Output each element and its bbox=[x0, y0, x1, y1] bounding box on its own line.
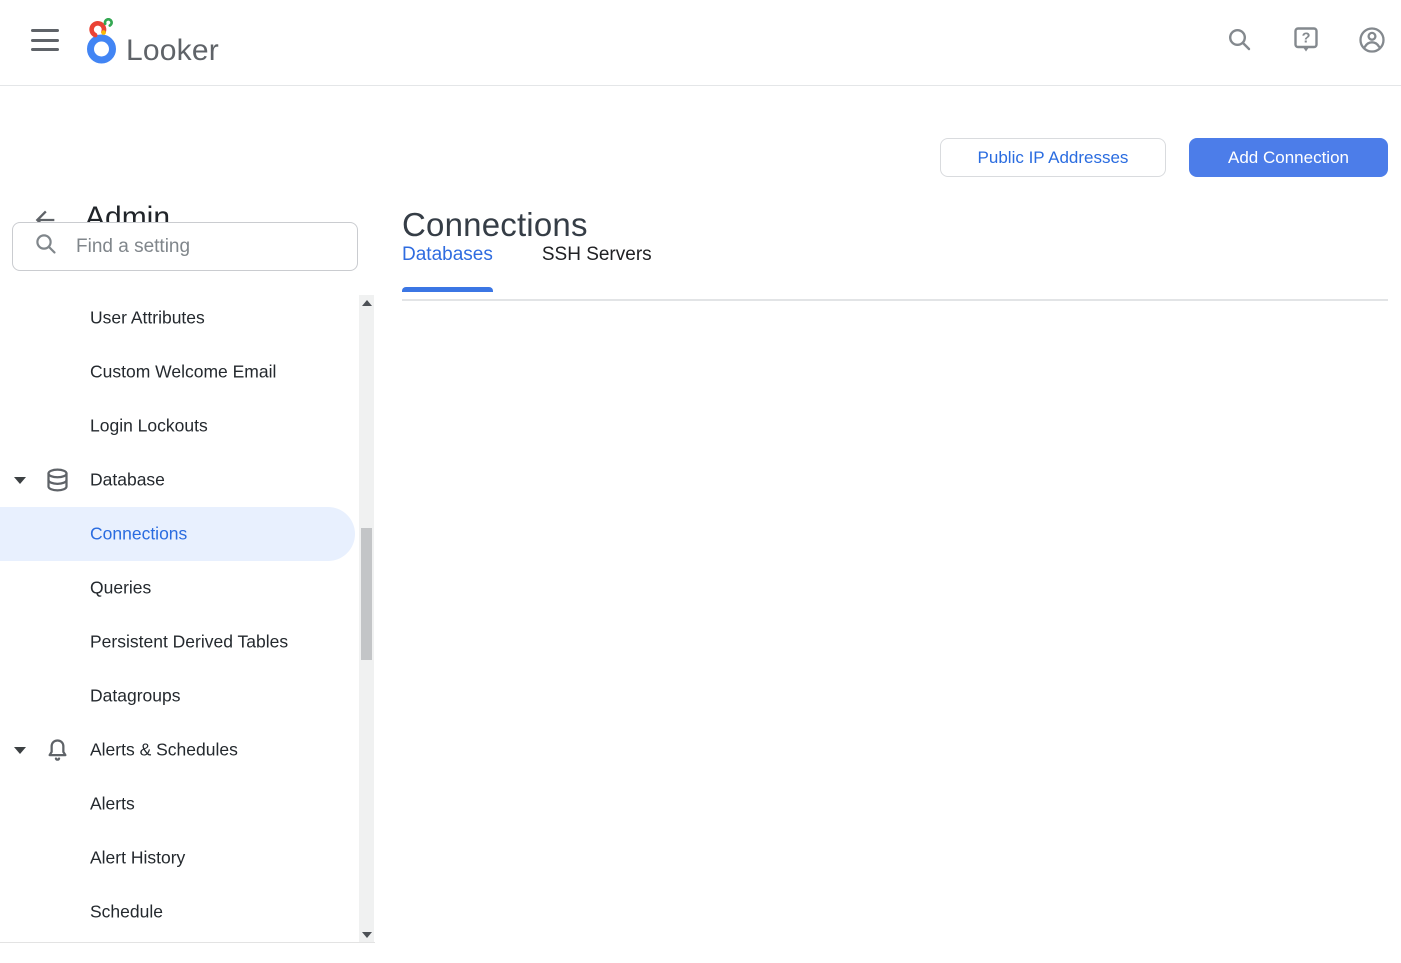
account-icon[interactable] bbox=[1356, 24, 1388, 56]
sidebar-item-persistent-derived-tables[interactable]: Persistent Derived Tables bbox=[0, 615, 375, 669]
help-icon[interactable]: ? bbox=[1290, 24, 1322, 56]
sidebar-item-datagroups[interactable]: Datagroups bbox=[0, 669, 375, 723]
looker-logo-icon bbox=[87, 18, 120, 69]
connections-tabs: Databases SSH Servers bbox=[402, 244, 652, 292]
sidebar-item-login-lockouts[interactable]: Login Lockouts bbox=[0, 399, 375, 453]
hamburger-bar bbox=[31, 39, 59, 42]
search-icon bbox=[33, 231, 59, 262]
bell-icon bbox=[44, 737, 71, 764]
sidebar-item-user-attributes[interactable]: User Attributes bbox=[0, 295, 375, 345]
active-tab-underline bbox=[402, 287, 493, 292]
tab-databases[interactable]: Databases bbox=[402, 244, 493, 292]
database-icon bbox=[44, 467, 71, 494]
search-input[interactable] bbox=[74, 235, 324, 259]
search-icon[interactable] bbox=[1224, 24, 1256, 56]
sidebar-item-connections[interactable]: Connections bbox=[0, 507, 375, 561]
hamburger-bar bbox=[31, 48, 59, 51]
sidebar-item-alert-history[interactable]: Alert History bbox=[0, 831, 375, 885]
sidebar-item-queries[interactable]: Queries bbox=[0, 561, 375, 615]
tab-ssh-servers[interactable]: SSH Servers bbox=[542, 244, 652, 292]
topbar-actions: ? bbox=[1224, 24, 1388, 56]
add-connection-button[interactable]: Add Connection bbox=[1189, 138, 1388, 177]
chevron-down-icon[interactable] bbox=[14, 477, 26, 484]
scrollbar-down-arrow[interactable] bbox=[359, 927, 374, 943]
scrollbar-thumb[interactable] bbox=[361, 528, 372, 660]
chevron-down-icon[interactable] bbox=[14, 747, 26, 754]
page-title: Connections bbox=[402, 206, 588, 244]
sidebar-settings-list: User Attributes Custom Welcome Email Log… bbox=[0, 295, 375, 943]
sidebar-item-schedule[interactable]: Schedule bbox=[0, 885, 375, 939]
app-name: Looker bbox=[126, 36, 219, 69]
setting-search-box[interactable] bbox=[12, 222, 358, 271]
tabs-divider bbox=[402, 299, 1388, 301]
admin-sidebar: Admin User Attributes Custom Welcome Ema… bbox=[0, 86, 375, 963]
looker-logo[interactable]: Looker bbox=[87, 18, 219, 69]
hamburger-menu-icon[interactable] bbox=[31, 29, 59, 51]
hamburger-bar bbox=[31, 29, 59, 32]
sidebar-item-alerts[interactable]: Alerts bbox=[0, 777, 375, 831]
sidebar-scrollbar[interactable] bbox=[359, 295, 374, 943]
public-ip-addresses-button[interactable]: Public IP Addresses bbox=[940, 138, 1166, 177]
sidebar-section-database[interactable]: Database bbox=[0, 453, 375, 507]
top-bar: Looker ? bbox=[0, 0, 1401, 86]
scrollbar-up-arrow[interactable] bbox=[359, 295, 374, 311]
svg-text:?: ? bbox=[1302, 31, 1311, 47]
looker-admin-screen: Looker ? bbox=[0, 0, 1401, 963]
connections-page: Connections Public IP Addresses Add Conn… bbox=[375, 86, 1401, 963]
sidebar-section-alerts-schedules[interactable]: Alerts & Schedules bbox=[0, 723, 375, 777]
sidebar-item-custom-welcome-email[interactable]: Custom Welcome Email bbox=[0, 345, 375, 399]
